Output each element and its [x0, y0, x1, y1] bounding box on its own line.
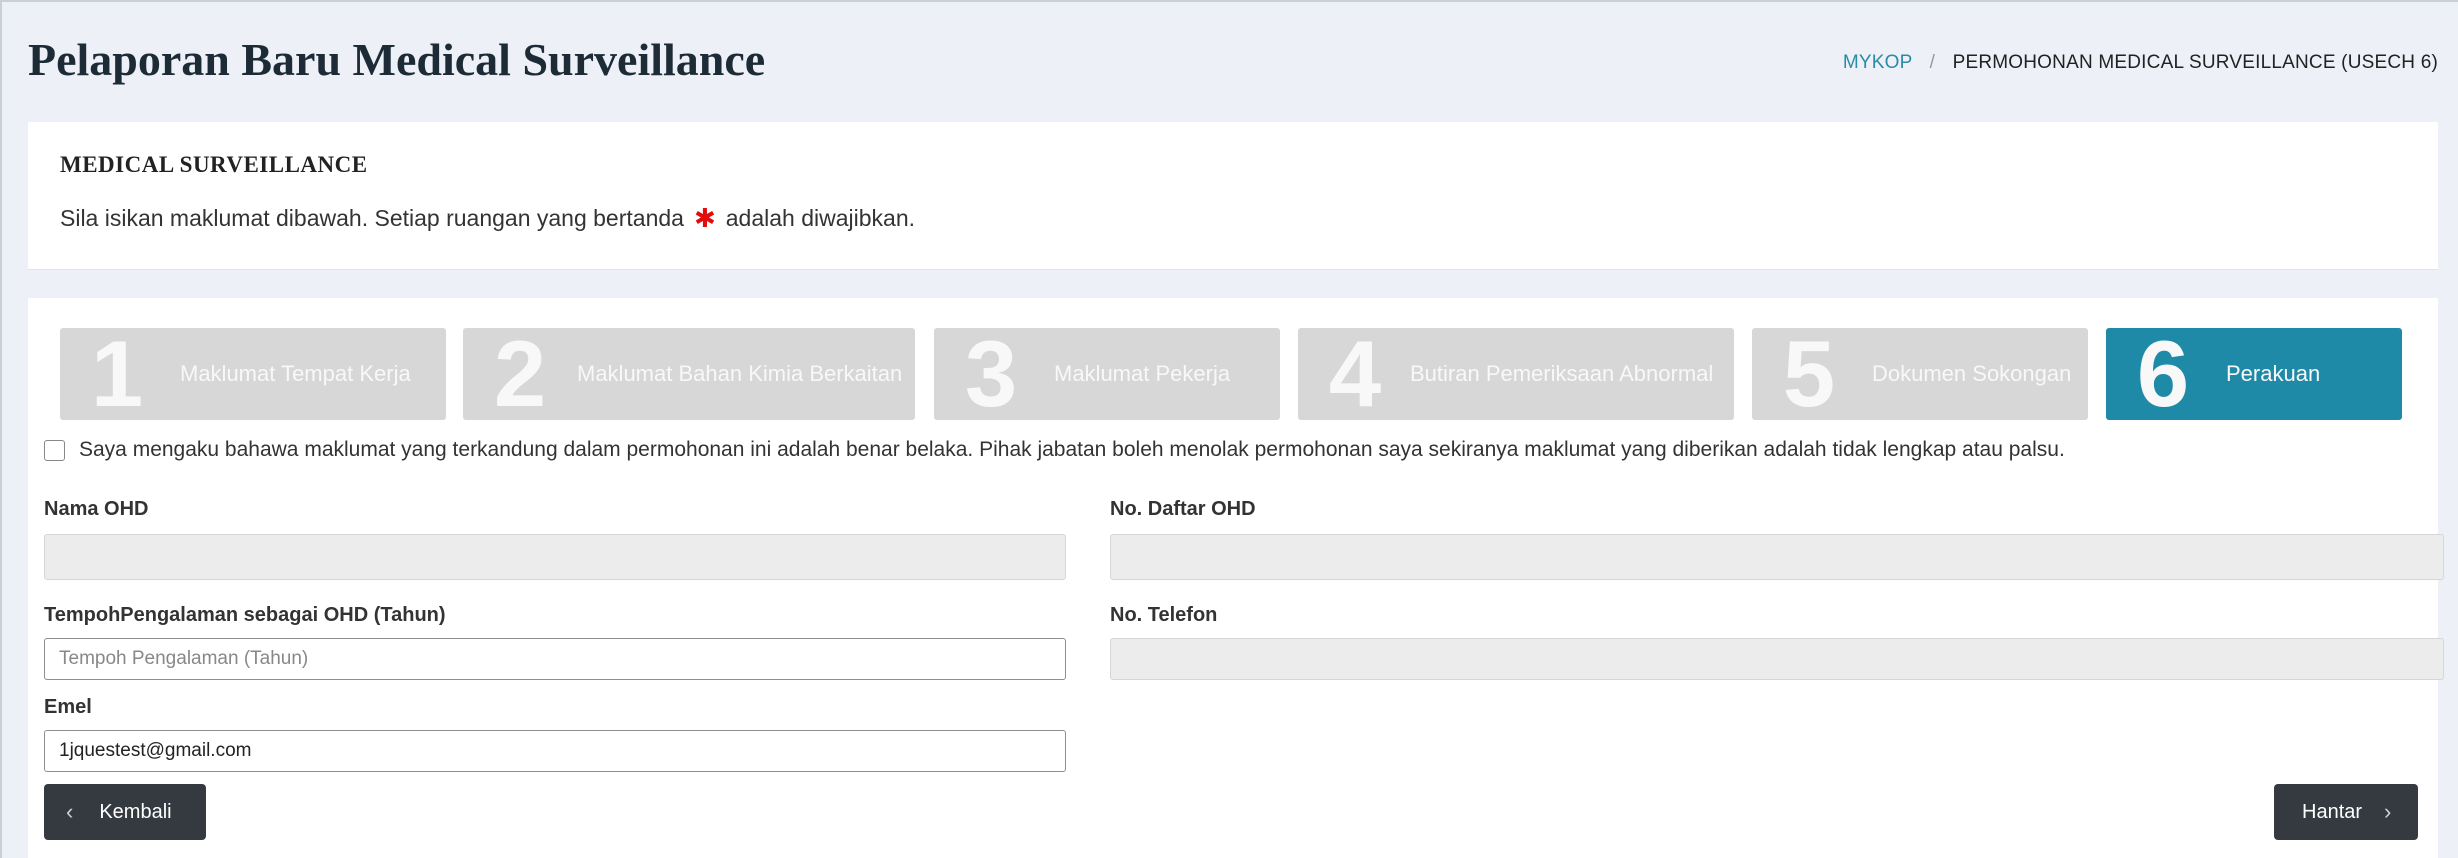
step-label: Perakuan — [2226, 361, 2321, 386]
hantar-button[interactable]: Hantar › — [2274, 784, 2418, 840]
info-panel: MEDICAL SURVEILLANCE Sila isikan makluma… — [28, 122, 2438, 270]
emel-value: 1jquestest@gmail.com — [59, 740, 252, 761]
no-daftar-ohd-input[interactable] — [1110, 534, 2444, 580]
declaration-text: Saya mengaku bahawa maklumat yang terkan… — [79, 438, 2065, 461]
step-6-perakuan[interactable]: 6 Perakuan — [2106, 321, 2402, 426]
no-telefon-input[interactable] — [1110, 638, 2444, 680]
step-number: 1 — [90, 321, 144, 426]
step-1-maklumat-tempat-kerja[interactable]: 1 Maklumat Tempat Kerja — [60, 321, 446, 426]
step-number: 4 — [1328, 321, 1382, 426]
emel-label: Emel — [44, 696, 92, 718]
no-telefon-label: No. Telefon — [1110, 604, 1218, 626]
chevron-right-icon: › — [2384, 799, 2392, 824]
step-number: 5 — [1782, 321, 1836, 426]
nama-ohd-input[interactable] — [44, 534, 1066, 580]
breadcrumb-current: PERMOHONAN MEDICAL SURVEILLANCE (USECH 6… — [1952, 52, 2438, 73]
step-5-dokumen-sokongan[interactable]: 5 Dokumen Sokongan — [1752, 321, 2088, 426]
info-text-before: Sila isikan maklumat dibawah. Setiap rua… — [60, 205, 684, 231]
info-title: MEDICAL SURVEILLANCE — [60, 152, 368, 177]
step-2-maklumat-bahan-kimia[interactable]: 2 Maklumat Bahan Kimia Berkaitan — [463, 321, 915, 426]
step-label: Maklumat Pekerja — [1054, 361, 1231, 386]
step-number: 3 — [964, 321, 1018, 426]
step-3-maklumat-pekerja[interactable]: 3 Maklumat Pekerja — [934, 321, 1280, 426]
breadcrumb-separator: / — [1929, 52, 1936, 73]
kembali-button[interactable]: ‹ Kembali — [44, 784, 206, 840]
page-title: Pelaporan Baru Medical Surveillance — [28, 34, 766, 85]
breadcrumb: MYKOP / PERMOHONAN MEDICAL SURVEILLANCE … — [1843, 52, 2438, 74]
step-4-butiran-pemeriksaan-abnormal[interactable]: 4 Butiran Pemeriksaan Abnormal — [1298, 321, 1734, 426]
emel-input[interactable]: 1jquestest@gmail.com — [44, 730, 1066, 772]
page-header: Pelaporan Baru Medical Surveillance MYKO… — [28, 30, 2438, 100]
tempoh-pengalaman-input[interactable]: Tempoh Pengalaman (Tahun) — [44, 638, 1066, 680]
required-asterisk-icon: ✱ — [693, 203, 716, 233]
tempoh-pengalaman-placeholder: Tempoh Pengalaman (Tahun) — [59, 648, 309, 669]
info-text-after: adalah diwajibkan. — [725, 205, 915, 231]
nama-ohd-label: Nama OHD — [44, 498, 149, 520]
step-label: Dokumen Sokongan — [1872, 361, 2072, 386]
hantar-button-label: Hantar — [2302, 800, 2363, 823]
wizard-steps: 1 Maklumat Tempat Kerja 2 Maklumat Bahan… — [60, 321, 2406, 426]
info-text: Sila isikan maklumat dibawah. Setiap rua… — [60, 202, 2406, 233]
no-daftar-ohd-label: No. Daftar OHD — [1110, 498, 1256, 520]
declaration-checkbox[interactable] — [44, 439, 65, 461]
breadcrumb-link-mykop[interactable]: MYKOP — [1843, 52, 1912, 73]
step-label: Butiran Pemeriksaan Abnormal — [1410, 361, 1714, 386]
kembali-button-label: Kembali — [99, 800, 172, 823]
declaration: Saya mengaku bahawa maklumat yang terkan… — [44, 438, 2065, 462]
chevron-left-icon: ‹ — [66, 799, 74, 824]
step-number: 6 — [2136, 321, 2190, 426]
step-number: 2 — [493, 321, 547, 426]
tempoh-pengalaman-label: TempohPengalaman sebagai OHD (Tahun) — [44, 604, 446, 626]
step-label: Maklumat Bahan Kimia Berkaitan — [577, 361, 903, 386]
form-card: 1 Maklumat Tempat Kerja 2 Maklumat Bahan… — [28, 298, 2444, 858]
step-label: Maklumat Tempat Kerja — [180, 361, 411, 386]
